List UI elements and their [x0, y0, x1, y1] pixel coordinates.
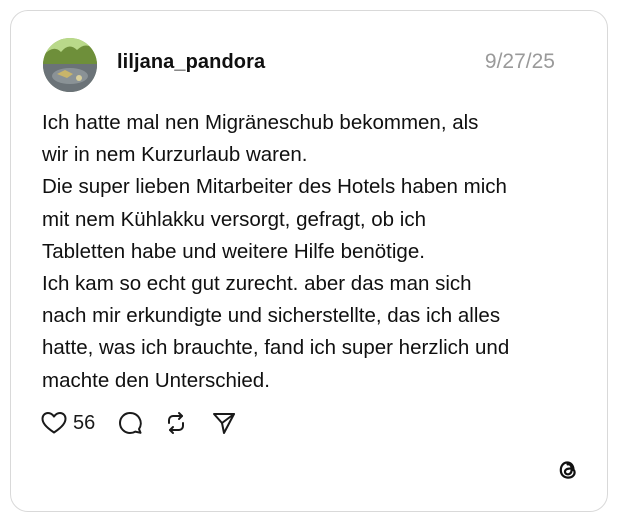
share-icon [211, 410, 237, 436]
comment-button[interactable] [117, 410, 143, 436]
threads-logo-icon [555, 457, 581, 483]
heart-icon [41, 411, 67, 435]
like-button[interactable]: 56 [41, 411, 95, 435]
comment-icon [117, 410, 143, 436]
username[interactable]: liljana_pandora [117, 51, 265, 74]
avatar[interactable] [43, 38, 97, 92]
share-button[interactable] [211, 410, 237, 436]
post-text: Ich hatte mal nen Migräneschub bekommen,… [42, 111, 510, 392]
post-date: 9/27/25 [484, 50, 555, 73]
repost-button[interactable] [163, 410, 189, 436]
post-card: liljana_pandora 9/27/25 Ich hatte mal ne… [10, 10, 608, 512]
like-count: 56 [73, 411, 96, 434]
action-bar: 56 [41, 409, 237, 437]
repost-icon [163, 410, 189, 436]
